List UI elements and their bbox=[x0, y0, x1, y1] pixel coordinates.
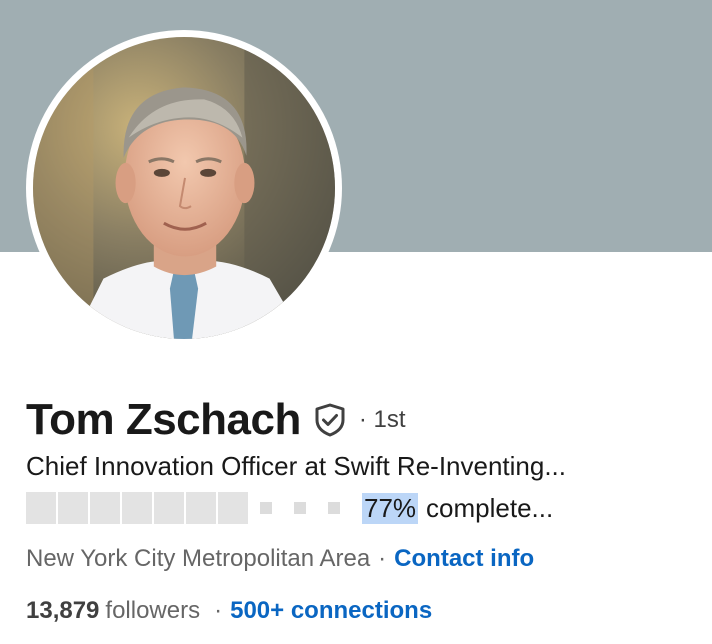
loading-dots bbox=[260, 502, 340, 514]
followers-label: followers bbox=[105, 597, 201, 624]
shield-check-icon[interactable] bbox=[313, 402, 347, 438]
completion-percent: 77% bbox=[362, 492, 419, 524]
placeholder-block bbox=[154, 492, 184, 524]
stats-row: 13,879 followers · 500+ connections bbox=[26, 597, 432, 625]
profile-completion-row: 77% complete... bbox=[26, 491, 553, 525]
profile-headline: Chief Innovation Officer at Swift Re-Inv… bbox=[26, 451, 567, 481]
connections-link[interactable]: 500+ connections bbox=[230, 597, 432, 624]
placeholder-block bbox=[218, 492, 248, 524]
placeholder-dot bbox=[260, 502, 272, 514]
profile-name: Tom Zschach bbox=[26, 395, 301, 444]
separator-dot: · bbox=[378, 545, 387, 572]
placeholder-dot bbox=[328, 502, 340, 514]
placeholder-dot bbox=[294, 502, 306, 514]
completion-label: complete... bbox=[426, 492, 554, 523]
profile-photo bbox=[33, 37, 335, 339]
placeholder-block bbox=[26, 492, 56, 524]
profile-avatar[interactable] bbox=[26, 30, 342, 346]
followers-count: 13,879 bbox=[26, 597, 100, 624]
placeholder-block bbox=[58, 492, 88, 524]
loading-placeholder bbox=[26, 492, 248, 524]
placeholder-block bbox=[90, 492, 120, 524]
placeholder-block bbox=[122, 492, 152, 524]
profile-name-row: Tom Zschach · 1st bbox=[26, 392, 406, 448]
separator-dot: · bbox=[214, 597, 223, 624]
location-row: New York City Metropolitan Area · Contact … bbox=[26, 545, 534, 573]
connection-degree: · 1st bbox=[358, 406, 406, 433]
placeholder-block bbox=[186, 492, 216, 524]
profile-location: New York City Metropolitan Area bbox=[26, 545, 371, 572]
contact-info-link[interactable]: Contact info bbox=[394, 545, 534, 572]
